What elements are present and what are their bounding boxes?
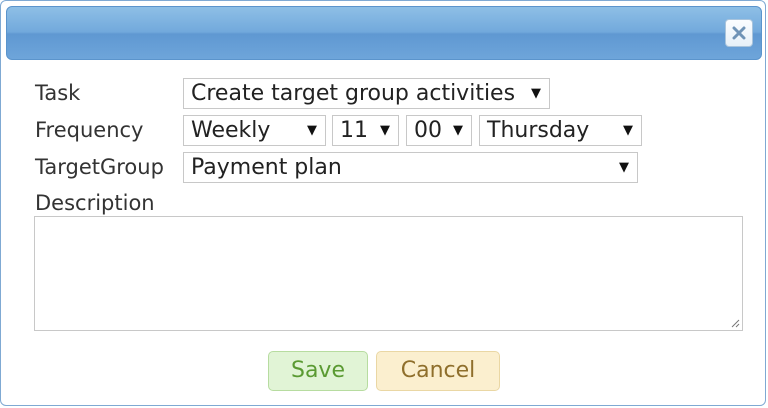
close-icon (732, 26, 746, 40)
dialog-titlebar[interactable] (6, 6, 762, 60)
task-select-value: Create target group activities (191, 81, 516, 106)
save-button[interactable]: Save (268, 351, 368, 391)
frequency-minute-select[interactable]: 00 ▼ (406, 115, 472, 146)
dialog: Task Create target group activities ▼ Fr… (0, 0, 766, 406)
frequency-hour-value: 11 (340, 118, 368, 143)
chevron-down-icon: ▼ (623, 123, 633, 138)
frequency-day-value: Thursday (487, 118, 590, 143)
task-select[interactable]: Create target group activities ▼ (183, 78, 550, 109)
frequency-minute-value: 00 (414, 118, 442, 143)
frequency-period-value: Weekly (191, 118, 271, 143)
description-textarea[interactable] (34, 216, 743, 331)
targetgroup-select-value: Payment plan (191, 155, 342, 180)
close-button[interactable] (725, 19, 753, 47)
targetgroup-select[interactable]: Payment plan ▼ (183, 152, 638, 183)
chevron-down-icon: ▼ (453, 123, 463, 138)
task-label: Task (35, 81, 81, 105)
frequency-day-select[interactable]: Thursday ▼ (479, 115, 642, 146)
frequency-label: Frequency (35, 118, 144, 142)
frequency-period-select[interactable]: Weekly ▼ (183, 115, 326, 146)
chevron-down-icon: ▼ (307, 123, 317, 138)
frequency-hour-select[interactable]: 11 ▼ (332, 115, 399, 146)
targetgroup-label: TargetGroup (35, 155, 164, 179)
cancel-button[interactable]: Cancel (376, 351, 500, 391)
chevron-down-icon: ▼ (380, 123, 390, 138)
chevron-down-icon: ▼ (531, 86, 541, 101)
description-label: Description (35, 191, 155, 215)
resize-handle-icon[interactable] (731, 319, 740, 328)
chevron-down-icon: ▼ (619, 160, 629, 175)
